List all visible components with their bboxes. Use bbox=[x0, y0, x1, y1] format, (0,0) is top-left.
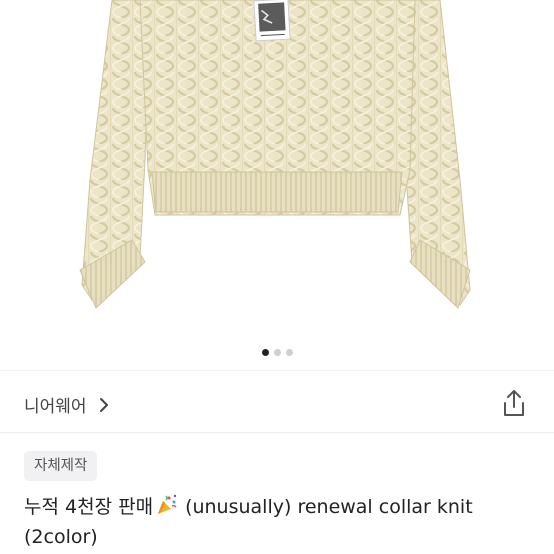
title-suffix: (unusually) renewal collar knit bbox=[185, 496, 473, 518]
carousel-dot-active[interactable] bbox=[261, 348, 269, 356]
title-line2: (2color) bbox=[24, 526, 98, 548]
chevron-right-icon bbox=[99, 397, 108, 412]
divider bbox=[0, 370, 554, 371]
share-icon bbox=[504, 390, 524, 416]
product-title: 누적 4천장 판매 (unusually) renewal collar kni… bbox=[24, 492, 544, 552]
section-divider bbox=[0, 432, 554, 433]
party-popper-icon bbox=[158, 494, 177, 514]
share-button[interactable] bbox=[500, 388, 528, 418]
product-image[interactable] bbox=[0, 0, 554, 370]
title-prefix: 누적 4천장 판매 bbox=[24, 496, 154, 518]
hang-tag bbox=[253, 0, 291, 42]
carousel-dot[interactable] bbox=[285, 348, 293, 356]
sweater-illustration bbox=[79, 0, 471, 309]
product-tag[interactable]: 자체제작 bbox=[24, 451, 98, 481]
carousel-dot[interactable] bbox=[273, 348, 281, 356]
carousel-indicator bbox=[0, 347, 554, 357]
shop-row: 니어웨어 bbox=[0, 382, 554, 426]
shop-name: 니어웨어 bbox=[24, 397, 87, 417]
shop-link[interactable]: 니어웨어 bbox=[24, 392, 113, 417]
